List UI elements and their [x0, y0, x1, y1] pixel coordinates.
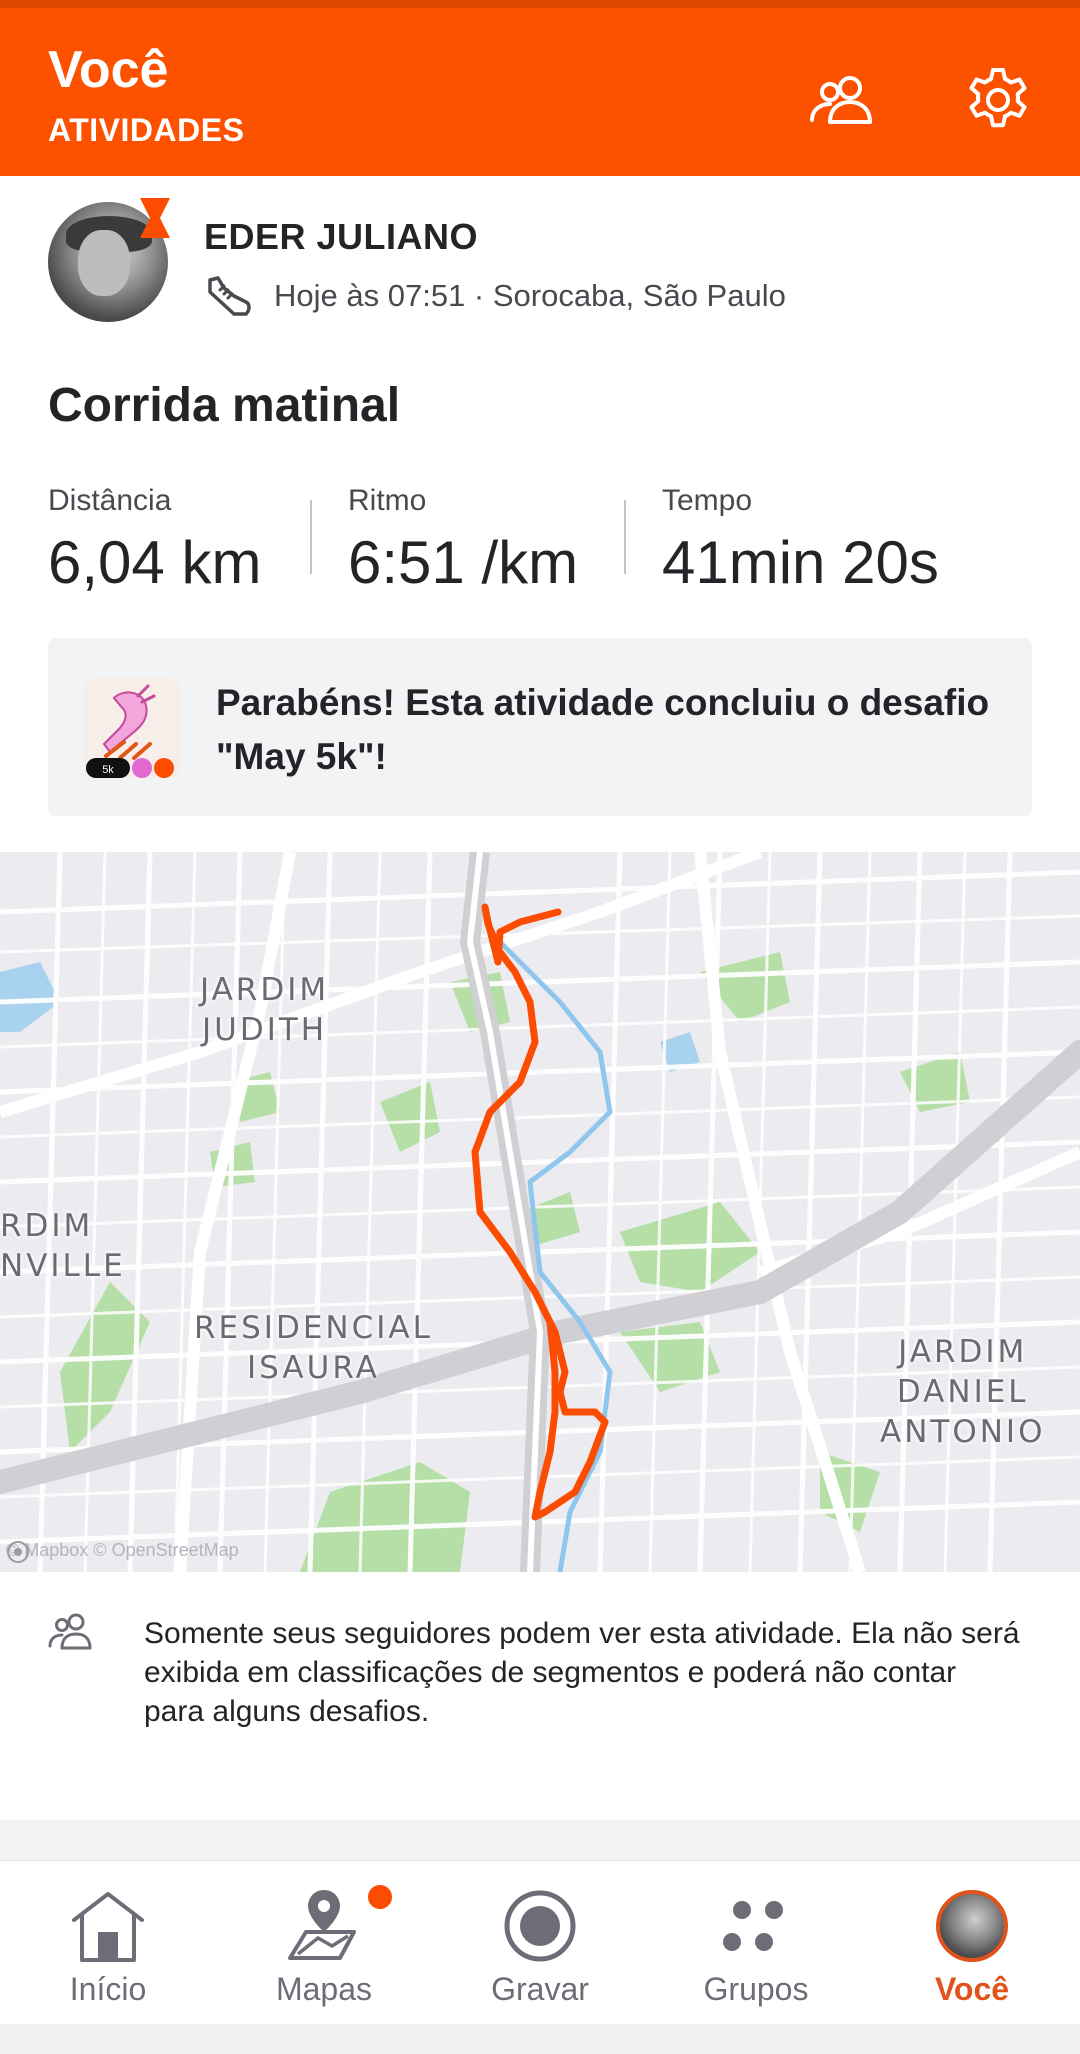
- map-label-jardim-judith: JARDIM JUDITH: [200, 972, 330, 1048]
- activity-meta: Hoje às 07:51 · Sorocaba, São Paulo: [204, 274, 786, 318]
- nav-maps[interactable]: Mapas: [216, 1861, 432, 2025]
- privacy-notice: Somente seus seguidores podem ver esta a…: [144, 1617, 1020, 1728]
- nav-label: Você: [934, 1971, 1010, 2007]
- map-canvas: [0, 852, 1080, 1572]
- stat-value: 41min 20s: [662, 529, 939, 596]
- groups-icon: [723, 1901, 783, 1951]
- map-icon: [288, 1890, 356, 1960]
- nav-you[interactable]: Você: [864, 1861, 1080, 2025]
- gear-icon: [969, 68, 1027, 128]
- activity-title[interactable]: Corrida matinal: [48, 378, 400, 433]
- map-label-residencial-isaura: RESIDENCIAL ISAURA: [194, 1310, 433, 1386]
- challenge-badge: 5k: [84, 678, 180, 778]
- home-icon: [72, 1892, 144, 1962]
- followers-only-icon: [48, 1613, 92, 1650]
- nav-groups[interactable]: Grupos: [648, 1861, 864, 2025]
- challenge-badge-icon: 5k: [84, 678, 180, 778]
- activity-date-location: Hoje às 07:51 · Sorocaba, São Paulo: [274, 278, 786, 313]
- next-card-divider: [0, 1820, 1080, 1860]
- nav-label: Grupos: [703, 1971, 809, 2007]
- page-subtitle: ATIVIDADES: [48, 112, 245, 148]
- stat-value: 6:51 /km: [348, 529, 579, 596]
- stat-label: Tempo: [662, 484, 753, 517]
- top-app-bar: Você ATIVIDADES: [0, 0, 1080, 176]
- stat-value: 6,04 km: [48, 529, 262, 596]
- settings-button[interactable]: [954, 56, 1042, 144]
- running-shoe-icon: [208, 276, 251, 316]
- nav-label: Mapas: [275, 1971, 373, 2007]
- nav-home[interactable]: Início: [0, 1861, 216, 2025]
- system-nav-bar: [0, 2024, 1080, 2054]
- app-root: Você ATIVIDADES EDER JULIANO Hoje às 07:…: [0, 0, 1080, 2054]
- map-label-jardim-left: RDIM NVILLE: [0, 1208, 126, 1284]
- athlete-name[interactable]: EDER JULIANO: [204, 216, 478, 258]
- subscriber-badge-icon: [140, 198, 170, 238]
- challenge-message: Parabéns! Esta atividade concluiu o desa…: [216, 682, 990, 777]
- stat-divider: [624, 500, 626, 574]
- mapbox-logo-icon: [7, 1541, 29, 1563]
- people-icon: [810, 76, 872, 124]
- athlete-avatar[interactable]: [48, 198, 174, 324]
- bottom-navigation: Início Mapas Gravar Grupos Você: [0, 1860, 1080, 2024]
- stat-label: Distância: [48, 484, 172, 517]
- challenge-badge-tag: 5k: [102, 764, 114, 776]
- avatar-icon: [936, 1890, 1008, 1962]
- nav-record[interactable]: Gravar: [432, 1861, 648, 2025]
- stat-pace: Ritmo 6:51 /km: [348, 484, 578, 597]
- stat-label: Ritmo: [348, 484, 427, 517]
- map-attribution[interactable]: © Mapbox © OpenStreetMap: [6, 1540, 239, 1563]
- stat-divider: [310, 500, 312, 574]
- record-icon: [504, 1890, 576, 1962]
- stat-time: Tempo 41min 20s: [662, 484, 939, 597]
- find-friends-button[interactable]: [800, 56, 888, 144]
- activity-map[interactable]: JARDIM JUDITH RDIM NVILLE RESIDENCIAL IS…: [0, 852, 1080, 1572]
- map-label-jardim-daniel-antonio: JARDIM DANIEL ANTONIO: [880, 1334, 1046, 1450]
- challenge-banner[interactable]: 5k Parabéns! Esta atividade concluiu o d…: [48, 638, 1032, 816]
- nav-label: Gravar: [491, 1971, 589, 2007]
- nav-label: Início: [69, 1971, 147, 2007]
- stat-distance: Distância 6,04 km: [48, 484, 261, 597]
- nav-notification-dot: [368, 1885, 392, 1909]
- page-title: Você: [48, 41, 169, 99]
